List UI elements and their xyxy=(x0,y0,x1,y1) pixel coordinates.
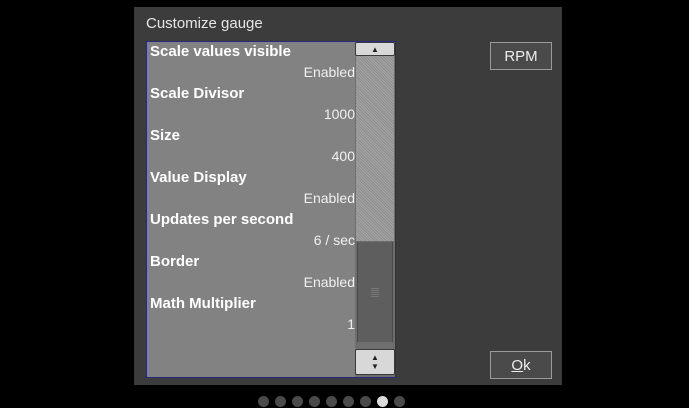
page-dot[interactable] xyxy=(292,396,303,407)
page-dot[interactable] xyxy=(326,396,337,407)
list-item[interactable]: Updates per second 6 / sec xyxy=(147,210,355,252)
item-label: Value Display xyxy=(150,169,247,186)
screen: Customize gauge Scale values visible Ena… xyxy=(10,0,678,390)
dialog-title: Customize gauge xyxy=(146,15,263,32)
settings-items: Scale values visible Enabled Scale Divis… xyxy=(147,42,355,336)
list-item[interactable]: Scale Divisor 1000 xyxy=(147,84,355,126)
page-dot[interactable] xyxy=(275,396,286,407)
item-value: 1000 xyxy=(323,106,355,122)
ok-rest: k xyxy=(523,356,531,374)
page-dot[interactable] xyxy=(309,396,320,407)
list-item[interactable]: Value Display Enabled xyxy=(147,168,355,210)
page-dot[interactable] xyxy=(377,396,388,407)
item-value: 1 xyxy=(347,316,355,332)
list-item[interactable]: Scale values visible Enabled xyxy=(147,42,355,84)
list-item[interactable]: Math Multiplier 1 xyxy=(147,294,355,336)
vertical-scrollbar[interactable]: ▲ ▲ ▼ xyxy=(355,42,395,377)
arrow-up-icon: ▲ xyxy=(371,44,379,54)
item-label: Math Multiplier xyxy=(150,295,256,312)
customize-gauge-dialog: Customize gauge Scale values visible Ena… xyxy=(134,7,562,385)
scroll-step-buttons[interactable]: ▲ ▼ xyxy=(355,349,395,375)
gauge-type-button[interactable]: RPM xyxy=(490,42,552,70)
ok-button[interactable]: Ok xyxy=(490,351,552,379)
item-value: 400 xyxy=(331,148,355,164)
item-label: Updates per second xyxy=(150,211,294,228)
item-label: Size xyxy=(150,127,181,144)
page-dot[interactable] xyxy=(343,396,354,407)
item-value: Enabled xyxy=(303,64,355,80)
list-item[interactable]: Size 400 xyxy=(147,126,355,168)
scroll-thumb[interactable] xyxy=(357,242,393,342)
page-indicator xyxy=(258,396,405,407)
item-label: Border xyxy=(150,253,200,270)
grip-icon xyxy=(371,287,379,297)
arrow-down-icon[interactable]: ▼ xyxy=(371,362,379,371)
page-dot[interactable] xyxy=(360,396,371,407)
item-value: 6 / sec xyxy=(313,232,355,248)
settings-list[interactable]: Scale values visible Enabled Scale Divis… xyxy=(146,41,396,378)
page-dot[interactable] xyxy=(258,396,269,407)
ok-accel-letter: O xyxy=(511,356,524,374)
arrow-up-icon[interactable]: ▲ xyxy=(371,353,379,362)
item-value: Enabled xyxy=(303,190,355,206)
item-label: Scale values visible xyxy=(150,43,291,60)
scroll-track[interactable] xyxy=(356,56,394,241)
list-item[interactable]: Border Enabled xyxy=(147,252,355,294)
scroll-up-button[interactable]: ▲ xyxy=(355,42,395,56)
item-value: Enabled xyxy=(303,274,355,290)
item-label: Scale Divisor xyxy=(150,85,245,102)
page-dot[interactable] xyxy=(394,396,405,407)
